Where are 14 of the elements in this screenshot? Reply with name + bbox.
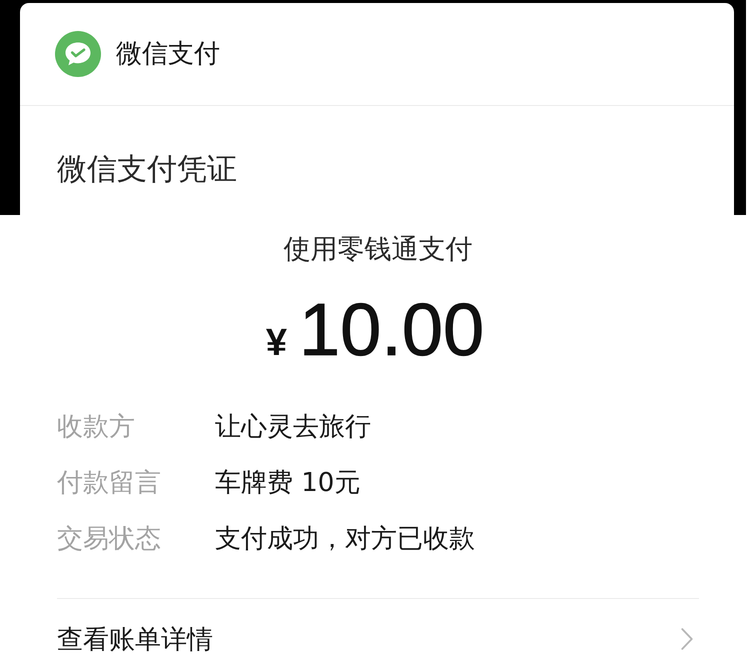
currency-symbol: ¥ [266, 321, 287, 366]
receipt-title: 微信支付凭证 [57, 152, 238, 188]
detail-label: 付款留言 [57, 467, 162, 499]
chat-check-icon [55, 31, 101, 77]
amount-text: 10.00 [298, 290, 484, 370]
detail-label: 交易状态 [57, 523, 162, 555]
app-name: 微信支付 [116, 38, 220, 70]
payment-method-text: 使用零钱通支付 [282, 234, 474, 266]
chevron-right-icon [681, 627, 693, 651]
bill-details-link[interactable]: 查看账单详情 [57, 599, 699, 671]
detail-value: 让心灵去旅行 [215, 411, 372, 443]
detail-label: 收款方 [57, 411, 136, 443]
detail-value: 支付成功，对方已收款 [215, 523, 476, 555]
detail-value: 车牌费 10元 [215, 467, 362, 499]
